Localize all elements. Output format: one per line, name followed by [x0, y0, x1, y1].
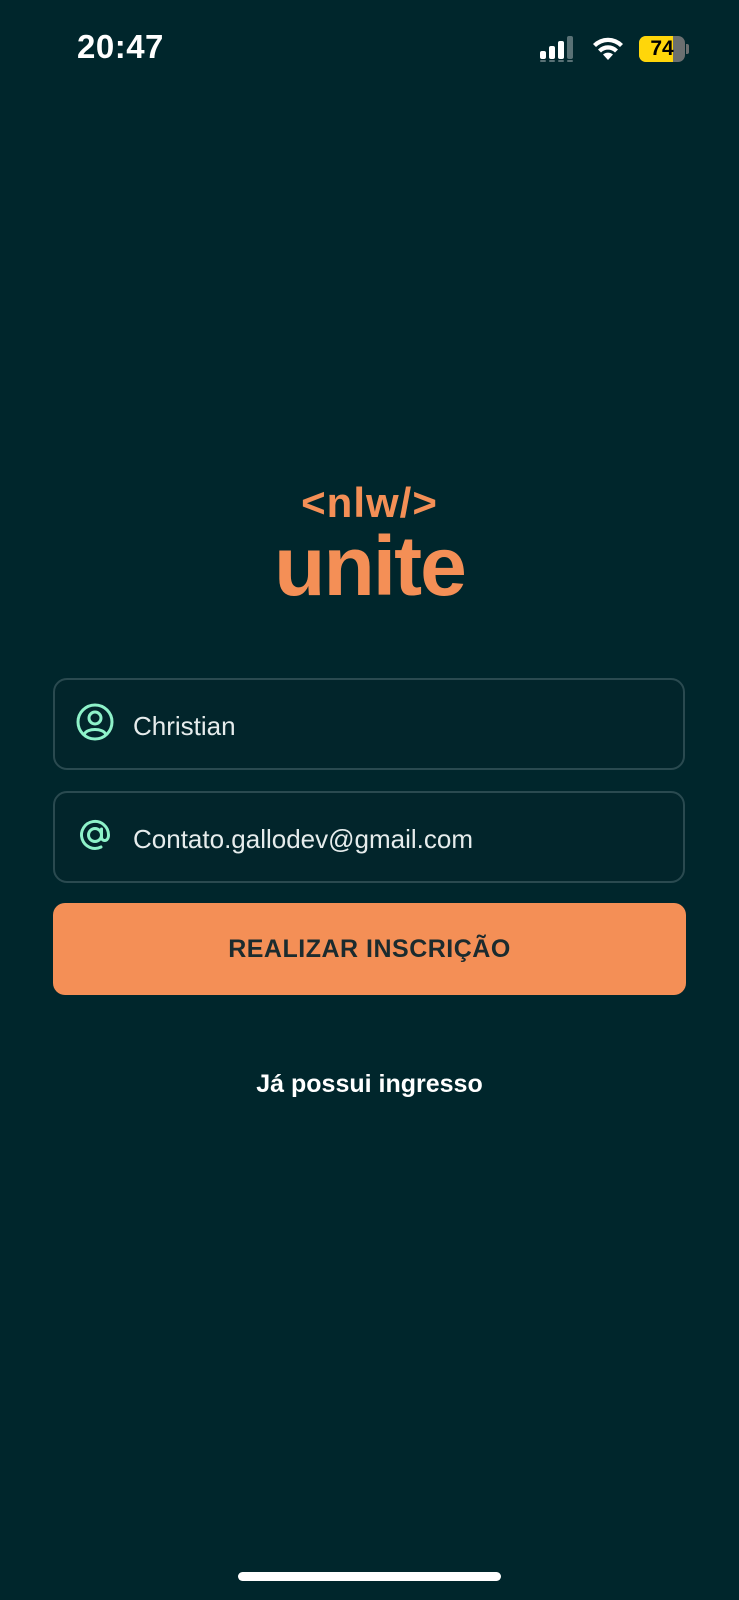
name-input[interactable]	[133, 702, 663, 750]
status-icons: 74	[539, 34, 689, 64]
status-bar: 20:47 74	[0, 0, 739, 100]
at-sign-icon	[80, 819, 111, 850]
logo-bottom-text: unite	[274, 519, 467, 613]
wifi-icon	[593, 37, 623, 60]
already-have-ticket-link[interactable]: Já possui ingresso	[0, 1070, 739, 1099]
cellular-signal-icon	[540, 36, 573, 62]
register-button[interactable]: REALIZAR INSCRIÇÃO	[53, 903, 686, 995]
user-circle-icon	[76, 703, 114, 741]
battery-level: 74	[650, 37, 674, 60]
name-field[interactable]	[53, 678, 685, 770]
email-input[interactable]	[133, 815, 663, 863]
status-time: 20:47	[77, 28, 164, 65]
home-indicator[interactable]	[238, 1572, 501, 1581]
battery-icon: 74	[639, 36, 689, 62]
app-logo: <nlw/> unite	[0, 478, 739, 608]
email-field[interactable]	[53, 791, 685, 883]
